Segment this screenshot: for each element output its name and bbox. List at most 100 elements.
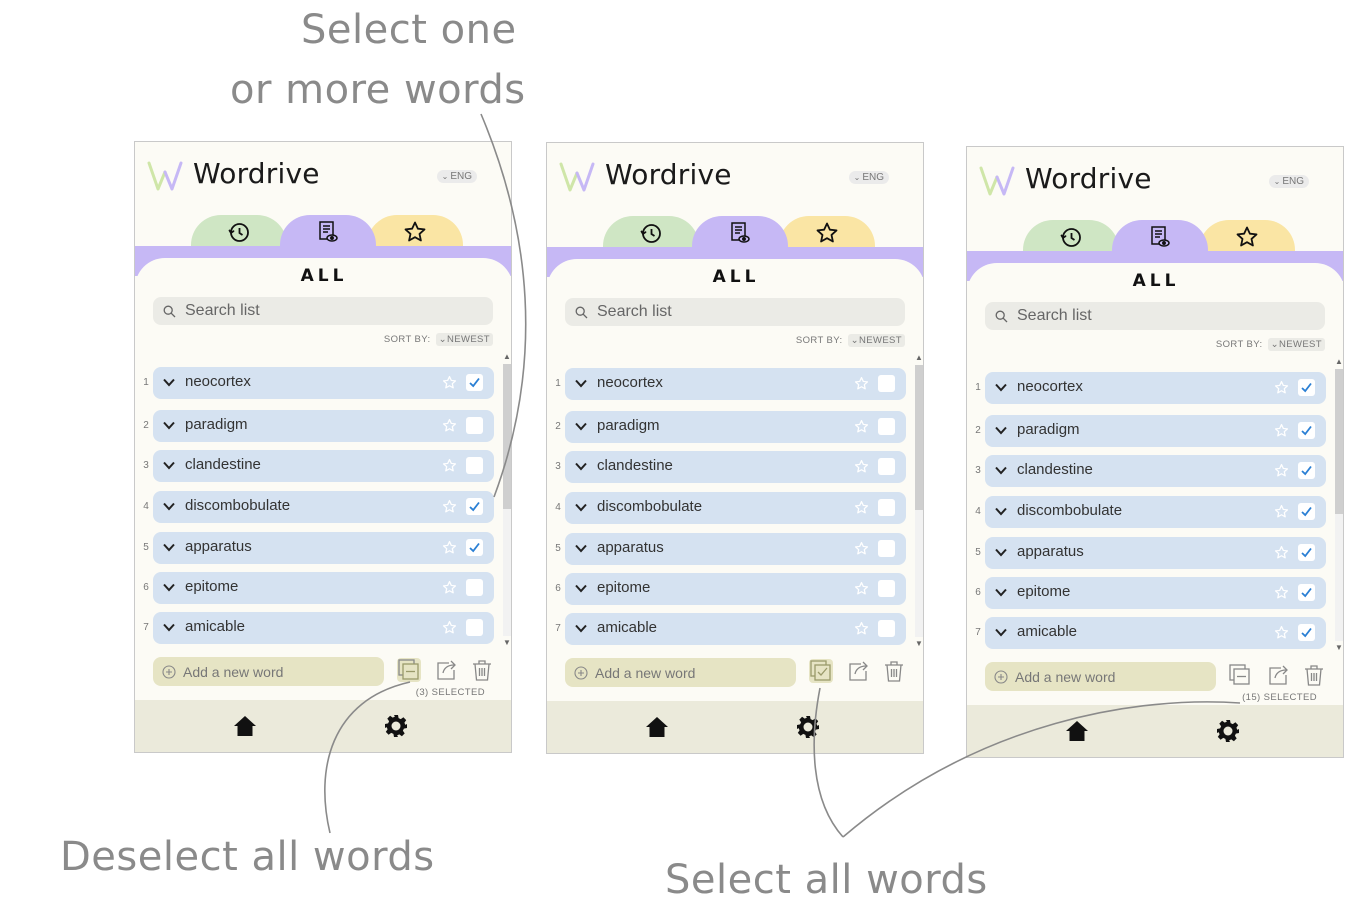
favorite-star-icon[interactable] — [1274, 585, 1289, 600]
chevron-down-icon[interactable] — [163, 543, 175, 552]
chevron-down-icon[interactable] — [575, 544, 587, 553]
favorite-star-icon[interactable] — [442, 375, 457, 390]
chevron-down-icon[interactable] — [995, 588, 1007, 597]
tab-list[interactable] — [280, 215, 376, 249]
tab-favorites[interactable] — [367, 215, 463, 249]
word-row[interactable]: paradigm — [985, 415, 1326, 447]
trash-icon[interactable] — [1302, 663, 1326, 687]
chevron-down-icon[interactable] — [575, 503, 587, 512]
word-checkbox[interactable] — [466, 374, 483, 391]
word-row[interactable]: paradigm — [153, 410, 494, 442]
share-icon[interactable] — [1267, 663, 1291, 687]
favorite-star-icon[interactable] — [442, 540, 457, 555]
word-row[interactable]: epitome — [985, 577, 1326, 609]
search-input[interactable] — [185, 300, 475, 322]
add-word-input[interactable] — [595, 662, 785, 683]
tab-list[interactable] — [1112, 220, 1208, 254]
word-checkbox[interactable] — [466, 417, 483, 434]
tab-history[interactable] — [603, 216, 699, 250]
word-row[interactable]: clandestine — [153, 450, 494, 482]
gear-icon[interactable] — [384, 714, 408, 738]
word-checkbox[interactable] — [466, 457, 483, 474]
gear-icon[interactable] — [1216, 719, 1240, 743]
scroll-down-arrow[interactable]: ▼ — [914, 639, 923, 649]
tab-history[interactable] — [1023, 220, 1119, 254]
word-row[interactable]: apparatus — [153, 532, 494, 564]
chevron-down-icon[interactable] — [575, 462, 587, 471]
tab-list[interactable] — [692, 216, 788, 250]
favorite-star-icon[interactable] — [854, 621, 869, 636]
word-checkbox[interactable] — [1298, 379, 1315, 396]
scrollbar-thumb[interactable] — [1335, 369, 1343, 514]
scrollbar-thumb[interactable] — [503, 364, 511, 509]
favorite-star-icon[interactable] — [442, 418, 457, 433]
word-row[interactable]: apparatus — [565, 533, 906, 565]
gear-icon[interactable] — [796, 715, 820, 739]
favorite-star-icon[interactable] — [854, 541, 869, 556]
word-checkbox[interactable] — [878, 580, 895, 597]
sort-value[interactable]: ⌄NEWEST — [847, 334, 905, 347]
home-icon[interactable] — [233, 715, 257, 737]
language-selector[interactable]: ⌄ ENG — [436, 170, 477, 183]
tab-history[interactable] — [191, 215, 287, 249]
word-checkbox[interactable] — [1298, 544, 1315, 561]
chevron-down-icon[interactable] — [995, 548, 1007, 557]
scrollbar-thumb[interactable] — [915, 365, 923, 510]
search-box[interactable] — [153, 297, 493, 325]
word-row[interactable]: neocortex — [153, 367, 494, 399]
chevron-down-icon[interactable] — [575, 379, 587, 388]
scroll-up-arrow[interactable]: ▲ — [914, 353, 923, 363]
favorite-star-icon[interactable] — [1274, 423, 1289, 438]
chevron-down-icon[interactable] — [575, 624, 587, 633]
share-icon[interactable] — [847, 659, 871, 683]
word-checkbox[interactable] — [878, 540, 895, 557]
scroll-down-arrow[interactable]: ▼ — [1334, 643, 1343, 653]
word-row[interactable]: amicable — [985, 617, 1326, 649]
chevron-down-icon[interactable] — [995, 507, 1007, 516]
select-all-icon[interactable] — [809, 659, 833, 683]
trash-icon[interactable] — [882, 659, 906, 683]
word-row[interactable]: amicable — [565, 613, 906, 645]
word-checkbox[interactable] — [1298, 422, 1315, 439]
sort-value[interactable]: ⌄NEWEST — [1267, 338, 1325, 351]
share-icon[interactable] — [435, 658, 459, 682]
chevron-down-icon[interactable] — [995, 426, 1007, 435]
deselect-all-icon[interactable] — [1228, 663, 1252, 687]
word-row[interactable]: apparatus — [985, 537, 1326, 569]
sort-control[interactable]: SORT BY: ⌄NEWEST — [384, 333, 493, 346]
tab-favorites[interactable] — [1199, 220, 1295, 254]
add-word-box[interactable] — [153, 657, 384, 686]
favorite-star-icon[interactable] — [1274, 504, 1289, 519]
word-row[interactable]: discombobulate — [985, 496, 1326, 528]
word-row[interactable]: neocortex — [565, 368, 906, 400]
word-checkbox[interactable] — [466, 579, 483, 596]
favorite-star-icon[interactable] — [442, 580, 457, 595]
favorite-star-icon[interactable] — [1274, 545, 1289, 560]
word-checkbox[interactable] — [878, 375, 895, 392]
word-row[interactable]: paradigm — [565, 411, 906, 443]
word-row[interactable]: epitome — [565, 573, 906, 605]
word-row[interactable]: clandestine — [565, 451, 906, 483]
search-box[interactable] — [985, 302, 1325, 330]
chevron-down-icon[interactable] — [995, 466, 1007, 475]
favorite-star-icon[interactable] — [1274, 625, 1289, 640]
search-box[interactable] — [565, 298, 905, 326]
search-input[interactable] — [597, 301, 887, 323]
tab-favorites[interactable] — [779, 216, 875, 250]
word-checkbox[interactable] — [1298, 624, 1315, 641]
language-selector[interactable]: ⌄ ENG — [848, 171, 889, 184]
chevron-down-icon[interactable] — [575, 584, 587, 593]
word-row[interactable]: epitome — [153, 572, 494, 604]
sort-control[interactable]: SORT BY: ⌄NEWEST — [796, 334, 905, 347]
word-checkbox[interactable] — [466, 539, 483, 556]
word-checkbox[interactable] — [1298, 584, 1315, 601]
word-row[interactable]: clandestine — [985, 455, 1326, 487]
word-checkbox[interactable] — [878, 620, 895, 637]
word-checkbox[interactable] — [466, 498, 483, 515]
scrollbar[interactable]: ▲ ▼ — [501, 352, 511, 648]
add-word-box[interactable] — [565, 658, 796, 687]
scroll-down-arrow[interactable]: ▼ — [502, 638, 511, 648]
favorite-star-icon[interactable] — [442, 620, 457, 635]
favorite-star-icon[interactable] — [442, 458, 457, 473]
word-row[interactable]: discombobulate — [153, 491, 494, 523]
